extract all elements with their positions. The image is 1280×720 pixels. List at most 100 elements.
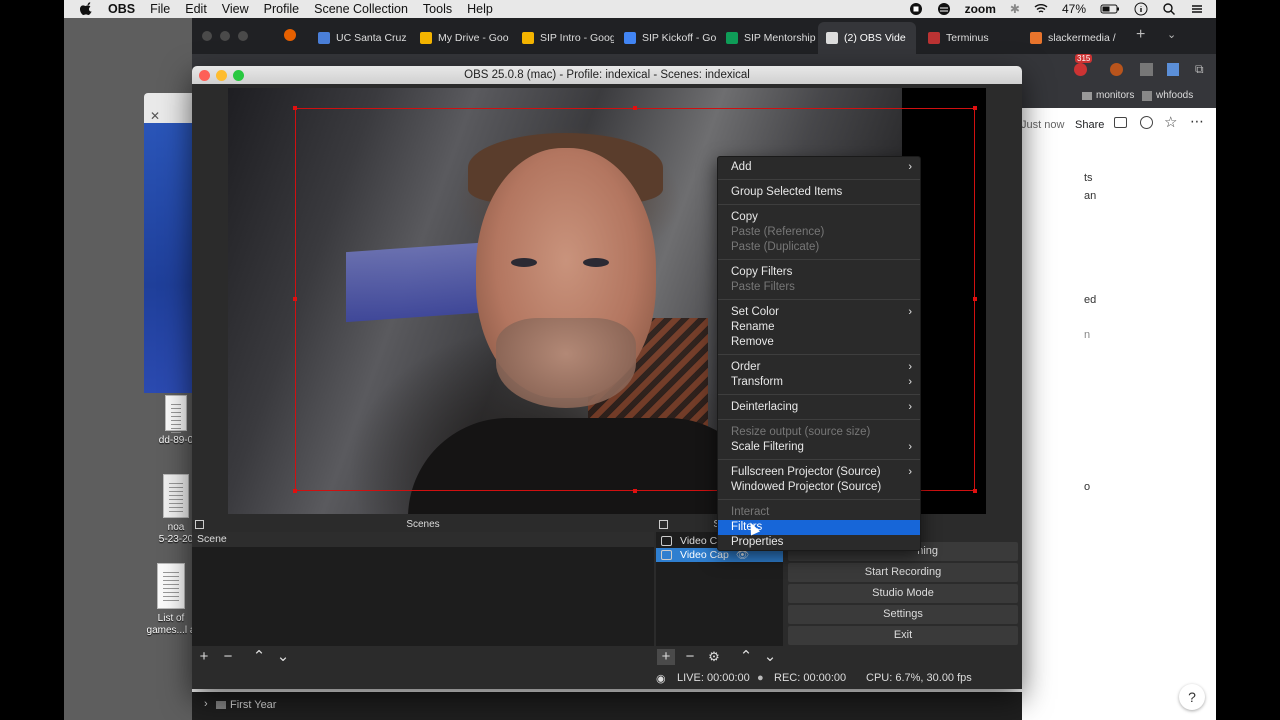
menu-item-set-color[interactable]: Set Color › [718, 305, 920, 320]
exit-button[interactable]: Exit [788, 626, 1018, 645]
undock-icon[interactable] [659, 520, 668, 529]
menu-item-properties[interactable]: Properties [718, 535, 920, 550]
menu-separator [718, 394, 920, 395]
start-recording-button[interactable]: Start Recording [788, 563, 1018, 582]
comment-icon[interactable] [1114, 117, 1127, 128]
gear-icon[interactable]: ⚙ [705, 649, 723, 665]
studio-mode-button[interactable]: Studio Mode [788, 584, 1018, 603]
extension-icon[interactable] [1110, 63, 1123, 76]
close-dot[interactable] [202, 31, 212, 41]
menu-file[interactable]: File [150, 2, 170, 16]
remove-source-button[interactable]: − [681, 649, 699, 665]
undock-icon[interactable] [195, 520, 204, 529]
resize-handle[interactable] [293, 297, 297, 301]
tab-obs-video[interactable]: (2) OBS Vide✕ [818, 22, 916, 54]
extension-icon[interactable] [1074, 63, 1087, 76]
menu-help[interactable]: Help [467, 2, 493, 16]
resize-handle[interactable] [293, 106, 297, 110]
minimize-button[interactable] [216, 70, 227, 81]
last-edit-status[interactable]: Just now [1021, 119, 1064, 131]
menu-item-remove[interactable]: Remove [718, 335, 920, 350]
terminus-icon [928, 32, 940, 44]
resize-handle[interactable] [973, 489, 977, 493]
share-button[interactable]: Share [1075, 119, 1104, 131]
control-center-icon[interactable] [1190, 2, 1204, 16]
close-icon[interactable]: ✕ [150, 109, 160, 123]
move-down-icon[interactable]: ⌄ [274, 649, 292, 665]
resize-handle[interactable] [633, 106, 637, 110]
bookmark-label: whfoods [1156, 90, 1194, 101]
menu-item-deinterlacing[interactable]: Deinterlacing › [718, 400, 920, 415]
menu-item-transform[interactable]: Transform › [718, 375, 920, 390]
record-dot-icon: ● [757, 672, 764, 684]
tab-slackermedia[interactable]: slackermedia / [1022, 22, 1132, 54]
zoom-dot[interactable] [238, 31, 248, 41]
resize-handle[interactable] [973, 297, 977, 301]
history-icon[interactable] [1140, 116, 1153, 129]
move-down-icon[interactable]: ⌄ [761, 649, 779, 665]
apple-icon[interactable] [80, 2, 94, 16]
info-icon[interactable] [1134, 2, 1148, 16]
zoom-menu-label[interactable]: zoom [965, 2, 996, 16]
menu-item-rename[interactable]: Rename [718, 320, 920, 335]
scenes-list: Scene [192, 532, 654, 646]
tab-terminus[interactable]: Terminus [920, 22, 1020, 54]
close-button[interactable] [199, 70, 210, 81]
puzzle-icon[interactable]: ⧉ [1195, 62, 1204, 77]
menu-item-copy-filters[interactable]: Copy Filters [718, 265, 920, 280]
menu-separator [718, 499, 920, 500]
chevron-down-icon[interactable]: ⌄ [1167, 28, 1176, 41]
menu-item-fullscreen-projector[interactable]: Fullscreen Projector (Source) › [718, 465, 920, 480]
menu-app-obs[interactable]: OBS [108, 2, 135, 16]
resize-handle[interactable] [633, 489, 637, 493]
scene-item[interactable]: Scene [192, 532, 654, 547]
globe-icon[interactable] [937, 2, 951, 16]
search-icon[interactable] [1162, 2, 1176, 16]
menu-item-paste-duplicate: Paste (Duplicate) [731, 241, 820, 253]
tab-uc-santa-cruz[interactable]: UC Santa Cruz [310, 22, 410, 54]
new-tab-icon[interactable]: + [1136, 26, 1145, 44]
minimize-dot[interactable] [220, 31, 230, 41]
star-icon[interactable]: ☆ [1164, 113, 1177, 131]
bookmark-whfoods[interactable]: whfoods [1142, 90, 1193, 101]
resize-handle[interactable] [293, 489, 297, 493]
bluetooth-icon[interactable]: ✱ [1010, 2, 1020, 16]
menu-profile[interactable]: Profile [264, 2, 299, 16]
folder-first-year[interactable]: First Year [230, 699, 276, 711]
more-icon[interactable]: ⋯ [1190, 113, 1204, 130]
menu-item-group-selected[interactable]: Group Selected Items [718, 185, 920, 200]
menu-item-label: Deinterlacing [731, 401, 799, 413]
menu-item-add[interactable]: Add › [718, 160, 920, 175]
menu-item-scale-filtering[interactable]: Scale Filtering › [718, 440, 920, 455]
tab-sip-intro[interactable]: SIP Intro - Goog [514, 22, 614, 54]
menu-item-order[interactable]: Order › [718, 360, 920, 375]
wifi-icon[interactable] [1034, 2, 1048, 16]
tab-my-drive[interactable]: My Drive - Goo [412, 22, 512, 54]
menu-view[interactable]: View [222, 2, 249, 16]
extension-icon[interactable] [1167, 63, 1179, 76]
menu-item-copy[interactable]: Copy [718, 210, 920, 225]
remove-scene-button[interactable]: − [219, 649, 237, 665]
move-up-icon[interactable]: ⌃ [250, 649, 268, 665]
move-up-icon[interactable]: ⌃ [737, 649, 755, 665]
menu-edit[interactable]: Edit [185, 2, 207, 16]
add-source-button[interactable]: + [657, 649, 675, 665]
tab-sip-mentorship[interactable]: SIP Mentorship [718, 22, 818, 54]
resize-handle[interactable] [973, 106, 977, 110]
live-timer: LIVE: 00:00:00 [677, 672, 750, 684]
extension-icon[interactable] [1140, 63, 1153, 76]
menu-tools[interactable]: Tools [423, 2, 452, 16]
menu-item-windowed-projector[interactable]: Windowed Projector (Source) [718, 480, 920, 495]
menu-scene-collection[interactable]: Scene Collection [314, 2, 408, 16]
bookmark-monitors[interactable]: monitors [1082, 90, 1134, 101]
finder-window[interactable]: ✕ [144, 93, 192, 393]
record-status-icon[interactable] [909, 2, 923, 16]
zoom-button[interactable] [233, 70, 244, 81]
tab-sip-kickoff[interactable]: SIP Kickoff - Go [616, 22, 716, 54]
drive-sidebar-bottom: › First Year [192, 692, 1022, 720]
chevron-right-icon[interactable]: › [204, 698, 208, 710]
battery-icon[interactable] [1100, 2, 1120, 16]
settings-button[interactable]: Settings [788, 605, 1018, 624]
add-scene-button[interactable]: + [195, 649, 213, 665]
help-button[interactable]: ? [1179, 684, 1205, 710]
